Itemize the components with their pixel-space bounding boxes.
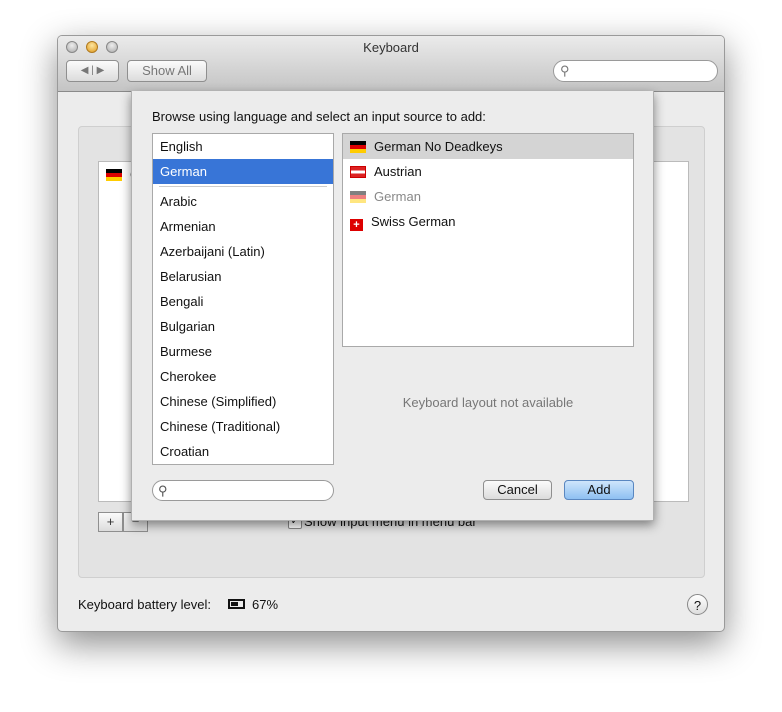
language-item[interactable]: Bengali	[153, 289, 333, 314]
language-item[interactable]: Bulgarian	[153, 314, 333, 339]
help-button[interactable]: ?	[687, 594, 708, 615]
forward-icon[interactable]: ▶	[97, 65, 105, 76]
language-item-selected[interactable]: German	[153, 159, 333, 184]
input-source-list[interactable]: German No Deadkeys Austrian German + Swis…	[342, 133, 634, 347]
switzerland-flag-icon: +	[350, 219, 363, 231]
language-list[interactable]: English German Arabic Armenian Azerbaijani…	[152, 133, 334, 465]
language-search-field[interactable]: ⚲	[152, 480, 334, 501]
language-item[interactable]: Cherokee	[153, 364, 333, 389]
source-item-disabled: German	[343, 184, 633, 209]
source-label: German	[374, 189, 421, 204]
language-item[interactable]: Chinese (Simplified)	[153, 389, 333, 414]
austria-flag-icon	[350, 166, 366, 178]
germany-flag-icon	[350, 191, 366, 203]
language-item[interactable]: Burmese	[153, 339, 333, 364]
germany-flag-icon	[106, 169, 122, 181]
language-item[interactable]: Croatian	[153, 439, 333, 464]
battery-icon	[228, 599, 245, 609]
language-item[interactable]: Chinese (Traditional)	[153, 414, 333, 439]
search-icon: ⚲	[158, 483, 168, 498]
window-title: Keyboard	[363, 40, 419, 55]
preview-message: Keyboard layout not available	[402, 395, 574, 410]
add-source-button[interactable]: +	[98, 512, 123, 532]
add-input-source-sheet: Browse using language and select an inpu…	[131, 91, 654, 521]
search-icon: ⚲	[560, 63, 570, 78]
keyboard-window: Keyboard ◀ | ▶ Show All ⚲ G + − ✓ Show i…	[57, 35, 725, 632]
source-label: Swiss German	[371, 214, 456, 229]
language-item[interactable]: English	[153, 134, 333, 159]
preferences-search-field[interactable]: ⚲	[553, 60, 718, 82]
language-item[interactable]: Belarusian	[153, 264, 333, 289]
battery-value: 67%	[252, 597, 279, 612]
title-bar: Keyboard ◀ | ▶ Show All ⚲	[58, 36, 724, 92]
cancel-button[interactable]: Cancel	[483, 480, 552, 500]
battery-label: Keyboard battery level:	[78, 597, 211, 612]
germany-flag-icon	[350, 141, 366, 153]
language-item[interactable]: Arabic	[153, 189, 333, 214]
source-item[interactable]: + Swiss German	[343, 209, 633, 234]
source-item[interactable]: German No Deadkeys	[343, 134, 633, 159]
language-item[interactable]: Azerbaijani (Latin)	[153, 239, 333, 264]
back-forward-buttons[interactable]: ◀ | ▶	[66, 60, 119, 82]
language-item[interactable]: Armenian	[153, 214, 333, 239]
source-label: Austrian	[374, 164, 422, 179]
back-icon[interactable]: ◀	[81, 65, 89, 76]
list-divider	[159, 186, 327, 187]
sheet-prompt: Browse using language and select an inpu…	[152, 109, 486, 124]
show-all-button[interactable]: Show All	[127, 60, 207, 82]
add-button[interactable]: Add	[564, 480, 634, 500]
source-item[interactable]: Austrian	[343, 159, 633, 184]
source-label: German No Deadkeys	[374, 139, 503, 154]
